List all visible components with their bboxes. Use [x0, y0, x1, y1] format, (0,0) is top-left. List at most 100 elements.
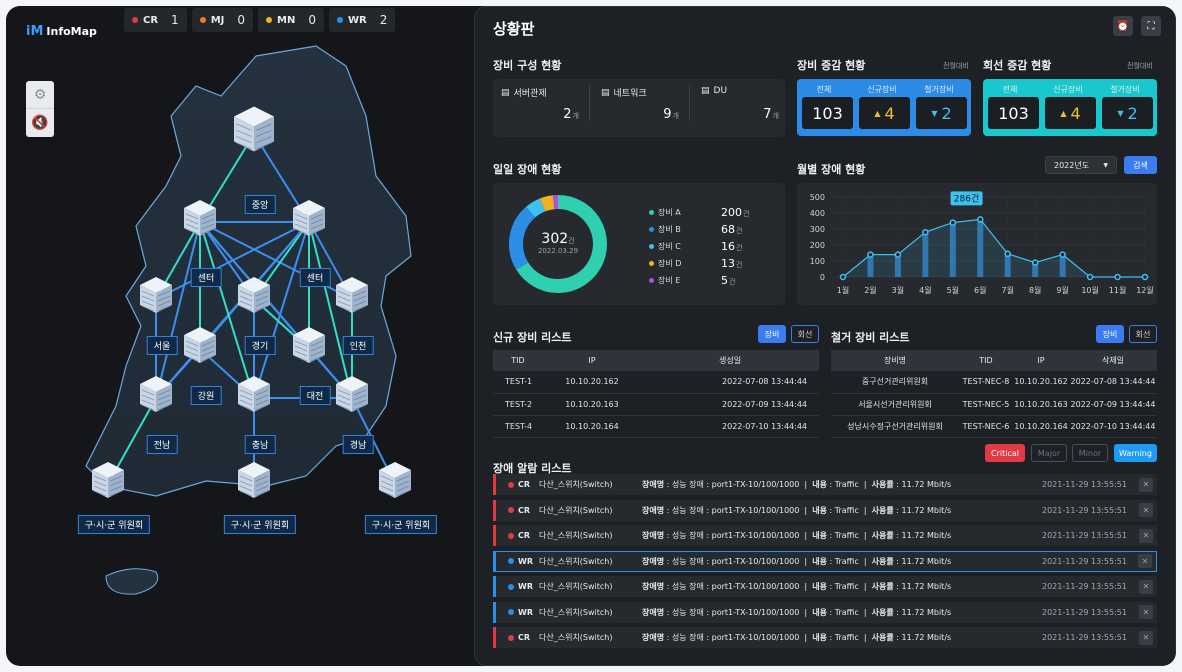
- filter-minor[interactable]: Minor: [1072, 444, 1108, 462]
- map-node-label[interactable]: 서울: [146, 336, 178, 355]
- new-tab-line[interactable]: 회선: [791, 325, 819, 343]
- close-icon[interactable]: ✕: [1139, 630, 1153, 645]
- map-node-label[interactable]: 센터: [190, 268, 222, 287]
- map-node-label[interactable]: 구·시·군 위원회: [77, 515, 151, 534]
- x-tick-label: 12월: [1136, 285, 1154, 295]
- config-box: ▤ 서버관제 2개 ▤ 네트워크 9개 ▤ DU 7개: [493, 79, 785, 137]
- header-new: 신규장비: [867, 85, 897, 94]
- counter-cr[interactable]: CR 1: [124, 8, 187, 32]
- close-icon[interactable]: ✕: [1139, 503, 1153, 517]
- table-row[interactable]: TEST-2 10.10.20.163 2022-07-09 13:44:44: [493, 393, 819, 416]
- msg-key: 내용: [812, 582, 827, 591]
- data-point[interactable]: [1114, 273, 1121, 281]
- search-button[interactable]: 검색: [1124, 156, 1157, 174]
- x-tick-label: 6월: [974, 285, 986, 295]
- data-point[interactable]: [922, 228, 929, 236]
- alarm-row[interactable]: CR 다산_스위치(Switch) 장애명 : 성능 장애 : port1-TX…: [493, 627, 1157, 648]
- data-point[interactable]: [1031, 259, 1039, 266]
- alarm-row[interactable]: CR 다산_스위치(Switch) 장애명 : 성능 장애 : port1-TX…: [493, 499, 1157, 521]
- fullscreen-icon[interactable]: ⛶: [1141, 16, 1161, 36]
- table-cell: TEST-NEC-6: [959, 415, 1013, 438]
- msg-value: : 11.72 Mbit/s: [893, 505, 952, 515]
- alarm-level: CR: [508, 531, 530, 540]
- data-point[interactable]: [894, 251, 902, 258]
- close-icon[interactable]: ✕: [1139, 605, 1153, 619]
- map-node-label[interactable]: 대전: [299, 386, 331, 405]
- level-code: CR: [518, 633, 531, 642]
- monthly-title: 월별 장애 현황: [797, 163, 866, 176]
- new-equip-table: TID IP 생성일 TEST-1 10.10.20.162 2022-07-08 …: [493, 350, 819, 438]
- map-node-label[interactable]: 전남: [146, 435, 178, 454]
- counter-wr[interactable]: WR 2: [328, 8, 396, 32]
- close-icon[interactable]: ✕: [1139, 579, 1153, 594]
- alarm-row[interactable]: WR 다산_스위치(Switch) 장애명 : 성능 장애 : port1-TX…: [493, 576, 1157, 597]
- data-point[interactable]: [1086, 273, 1094, 281]
- data-point[interactable]: [839, 273, 847, 281]
- map-node-label[interactable]: 중앙: [244, 195, 276, 214]
- legend-label: 장비 C: [658, 242, 681, 251]
- building-node-icon[interactable]: [379, 462, 411, 498]
- year-select[interactable]: 2022년도 ▼: [1045, 156, 1117, 174]
- donut-slice[interactable]: [540, 195, 555, 212]
- header-new: 신규장비: [1053, 85, 1083, 94]
- data-point[interactable]: [1059, 251, 1066, 258]
- y-tick-label: 500: [810, 193, 825, 202]
- filter-warning[interactable]: Warning: [1114, 444, 1157, 462]
- counter-mj[interactable]: MJ 0: [191, 8, 253, 32]
- donut-unit: 건: [568, 237, 575, 245]
- level-dot-icon: [508, 558, 514, 564]
- filter-major[interactable]: Major: [1031, 444, 1067, 462]
- alarm-row[interactable]: WR 다산_스위치(Switch) 장애명 : 성능 장애 : port1-TX…: [493, 550, 1157, 572]
- table-row[interactable]: TEST-4 10.10.20.164 2022-07-10 13:44:44: [493, 415, 819, 438]
- legend-label: 장비 A: [658, 208, 681, 217]
- header-total: 전체: [1002, 85, 1018, 94]
- msg-key: 장애명: [642, 505, 665, 515]
- map-node-label[interactable]: 강원: [190, 386, 222, 405]
- close-icon[interactable]: ✕: [1139, 528, 1153, 543]
- map-node-label[interactable]: 경기: [244, 336, 276, 355]
- table-row[interactable]: 중구선거관리위원회 TEST-NEC-8 10.10.20.162 2022-07-0…: [831, 371, 1157, 394]
- counter-mn[interactable]: MN 0: [258, 8, 324, 32]
- removed-tab-line[interactable]: 회선: [1129, 325, 1157, 343]
- alarm-row[interactable]: CR 다산_스위치(Switch) 장애명 : 성능 장애 : port1-TX…: [493, 525, 1157, 546]
- alarm-device: 다산_스위치(Switch): [539, 531, 613, 540]
- table-row[interactable]: 서울시선거관리위원회 TEST-NEC-5 10.10.20.163 2022-07-…: [831, 393, 1157, 416]
- x-tick-label: 2월: [864, 285, 876, 295]
- new-tab-equip[interactable]: 장비: [758, 325, 786, 343]
- data-point[interactable]: [1141, 273, 1149, 281]
- map-node-label[interactable]: 구·시·군 위원회: [364, 515, 438, 534]
- data-point[interactable]: [977, 216, 984, 223]
- legend-unit: 건: [729, 278, 736, 286]
- map-node-label[interactable]: 충남: [244, 435, 276, 454]
- legend-number: 13: [721, 257, 735, 270]
- msg-value: : 성능 장애 : port1-TX-10/100/1000: [664, 505, 800, 515]
- data-point[interactable]: [867, 251, 874, 258]
- table-row[interactable]: 성남시수정구선거관리위원회 TEST-NEC-6 10.10.20.164 2022-…: [831, 415, 1157, 438]
- config-item-count: 9: [663, 107, 672, 122]
- settings-gear-icon[interactable]: ⚙: [26, 81, 54, 109]
- data-point[interactable]: [1004, 250, 1011, 258]
- map-node-label[interactable]: 구·시·군 위원회: [223, 515, 297, 534]
- map-node-label[interactable]: 센터: [299, 268, 331, 287]
- legend-unit: 건: [743, 210, 750, 218]
- line-new-number: 4: [1070, 103, 1081, 123]
- legend-label: 장비 E: [658, 276, 681, 285]
- alarm-row[interactable]: WR 다산_스위치(Switch) 장애명 : 성능 장애 : port1-TX…: [493, 601, 1157, 623]
- close-icon[interactable]: ✕: [1138, 554, 1152, 568]
- alarm-message: 장애명 : 성능 장애 : port1-TX-10/100/1000 | 내용 …: [642, 582, 952, 591]
- data-point[interactable]: [949, 219, 957, 226]
- alarm-message: 장애명 : 성능 장애 : port1-TX-10/100/1000 | 내용 …: [642, 633, 952, 642]
- sound-mute-icon[interactable]: 🔇: [26, 109, 54, 137]
- alarm-bell-icon[interactable]: ⏰: [1113, 16, 1133, 36]
- alarm-row[interactable]: CR 다산_스위치(Switch) 장애명 : 성능 장애 : port1-TX…: [493, 474, 1157, 495]
- close-icon[interactable]: ✕: [1139, 477, 1153, 492]
- severity-counters: CR 1 MJ 0 MN 0 WR 2: [124, 8, 396, 32]
- map-node-label[interactable]: 경남: [342, 435, 374, 454]
- filter-critical[interactable]: Critical: [985, 444, 1025, 462]
- removed-equip-table: 장비명 TID IP 삭제일 중구선거관리위원회 TEST-NEC-8 10.10.…: [831, 350, 1157, 438]
- map-node-label[interactable]: 인천: [342, 336, 374, 355]
- removed-tab-equip[interactable]: 장비: [1096, 325, 1124, 343]
- mn-dot-icon: [266, 17, 272, 23]
- donut-slice[interactable]: [526, 198, 546, 218]
- table-row[interactable]: TEST-1 10.10.20.162 2022-07-08 13:44:44: [493, 371, 819, 394]
